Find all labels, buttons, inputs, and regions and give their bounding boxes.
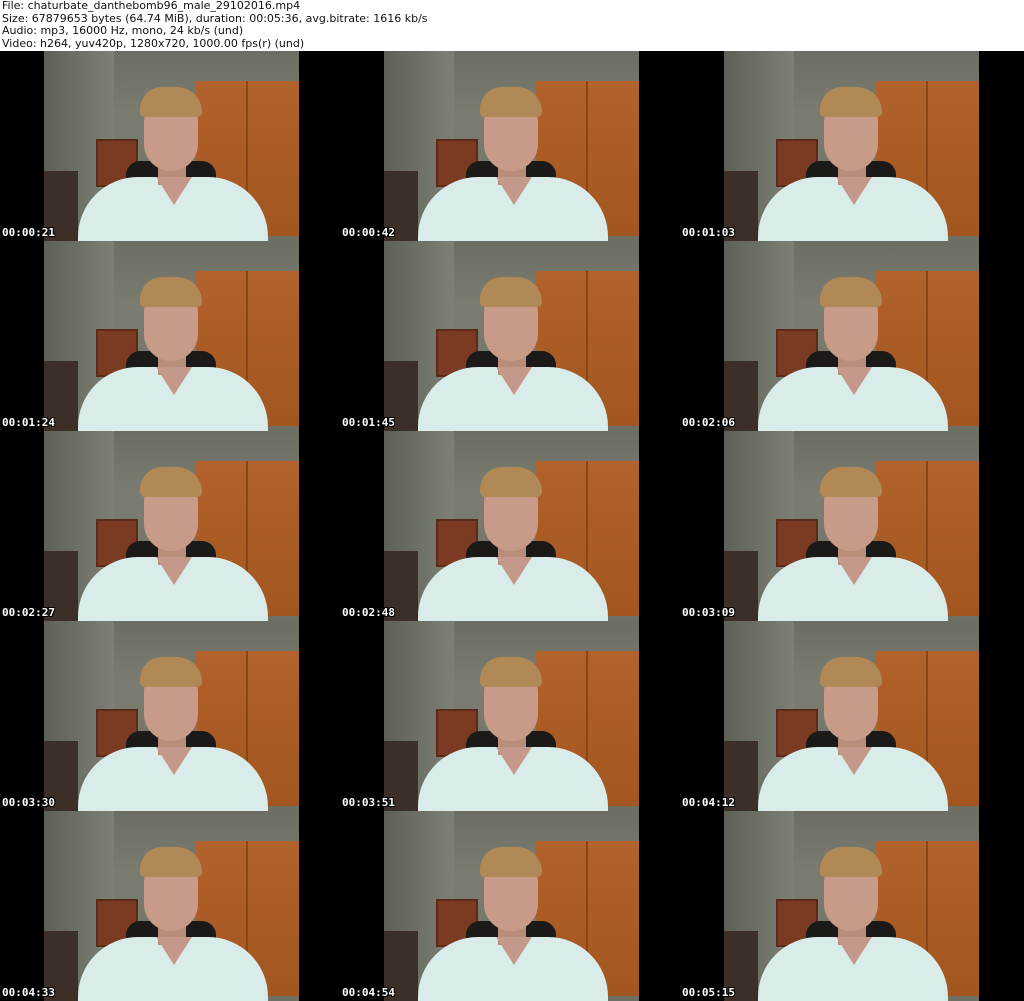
vneck-shape — [156, 557, 192, 585]
video-thumbnail: 00:00:42 — [340, 51, 680, 241]
hair-shape — [820, 467, 882, 497]
vneck-shape — [836, 937, 872, 965]
video-thumbnail: 00:01:45 — [340, 241, 680, 431]
audio-info-line: Audio: mp3, 16000 Hz, mono, 24 kb/s (und… — [2, 24, 244, 37]
video-thumbnail: 00:04:54 — [340, 811, 680, 1001]
vneck-shape — [156, 177, 192, 205]
hair-shape — [820, 277, 882, 307]
video-frame — [724, 51, 979, 241]
vneck-shape — [156, 367, 192, 395]
hair-shape — [140, 87, 202, 117]
vneck-shape — [156, 747, 192, 775]
hair-shape — [480, 87, 542, 117]
video-thumbnail: 00:05:15 — [680, 811, 1020, 1001]
hair-shape — [140, 657, 202, 687]
thumbnail-timestamp: 00:01:03 — [682, 226, 735, 239]
thumbnail-timestamp: 00:03:30 — [2, 796, 55, 809]
video-thumbnail: 00:02:06 — [680, 241, 1020, 431]
video-frame — [44, 51, 299, 241]
vneck-shape — [496, 177, 532, 205]
hair-shape — [480, 277, 542, 307]
video-thumbnail: 00:03:09 — [680, 431, 1020, 621]
hair-shape — [140, 847, 202, 877]
video-thumbnail: 00:00:21 — [0, 51, 340, 241]
hair-shape — [820, 847, 882, 877]
thumbnail-timestamp: 00:02:27 — [2, 606, 55, 619]
thumbnail-timestamp: 00:02:06 — [682, 416, 735, 429]
video-thumbnail: 00:01:03 — [680, 51, 1020, 241]
hair-shape — [480, 657, 542, 687]
video-frame — [724, 621, 979, 811]
video-frame — [724, 431, 979, 621]
video-thumbnail: 00:03:51 — [340, 621, 680, 811]
hair-shape — [820, 657, 882, 687]
video-frame — [44, 241, 299, 431]
video-frame — [44, 621, 299, 811]
hair-shape — [480, 847, 542, 877]
video-thumbnail: 00:02:48 — [340, 431, 680, 621]
video-frame — [384, 621, 639, 811]
thumbnail-timestamp: 00:01:45 — [342, 416, 395, 429]
hair-shape — [140, 467, 202, 497]
thumbnail-timestamp: 00:01:24 — [2, 416, 55, 429]
thumbnail-timestamp: 00:04:12 — [682, 796, 735, 809]
vneck-shape — [156, 937, 192, 965]
hair-shape — [140, 277, 202, 307]
video-frame — [44, 811, 299, 1001]
vneck-shape — [496, 367, 532, 395]
hair-shape — [820, 87, 882, 117]
video-info-header: File: chaturbate_danthebomb96_male_29102… — [2, 0, 1022, 50]
video-thumbnail: 00:04:12 — [680, 621, 1020, 811]
video-frame — [384, 811, 639, 1001]
video-thumbnail: 00:03:30 — [0, 621, 340, 811]
hair-shape — [480, 467, 542, 497]
vneck-shape — [836, 747, 872, 775]
thumbnail-timestamp: 00:00:42 — [342, 226, 395, 239]
thumbnail-grid: 00:00:21 00:00:42 00:01:03 00:01:24 00:01:45… — [0, 51, 1024, 1001]
video-info-line: Video: h264, yuv420p, 1280x720, 1000.00 … — [2, 36, 305, 50]
vneck-shape — [836, 557, 872, 585]
file-name-line: File: chaturbate_danthebomb96_male_29102… — [2, 0, 301, 12]
video-thumbnail: 00:04:33 — [0, 811, 340, 1001]
thumbnail-timestamp: 00:03:51 — [342, 796, 395, 809]
vneck-shape — [496, 557, 532, 585]
video-frame — [44, 431, 299, 621]
thumbnail-timestamp: 00:04:54 — [342, 986, 395, 999]
vneck-shape — [496, 747, 532, 775]
video-thumbnail: 00:02:27 — [0, 431, 340, 621]
vneck-shape — [836, 177, 872, 205]
video-thumbnail: 00:01:24 — [0, 241, 340, 431]
video-frame — [724, 241, 979, 431]
thumbnail-timestamp: 00:03:09 — [682, 606, 735, 619]
video-frame — [724, 811, 979, 1001]
video-frame — [384, 51, 639, 241]
vneck-shape — [496, 937, 532, 965]
video-frame — [384, 431, 639, 621]
video-frame — [384, 241, 639, 431]
thumbnail-timestamp: 00:04:33 — [2, 986, 55, 999]
vneck-shape — [836, 367, 872, 395]
thumbnail-timestamp: 00:00:21 — [2, 226, 55, 239]
thumbnail-timestamp: 00:02:48 — [342, 606, 395, 619]
thumbnail-timestamp: 00:05:15 — [682, 986, 735, 999]
